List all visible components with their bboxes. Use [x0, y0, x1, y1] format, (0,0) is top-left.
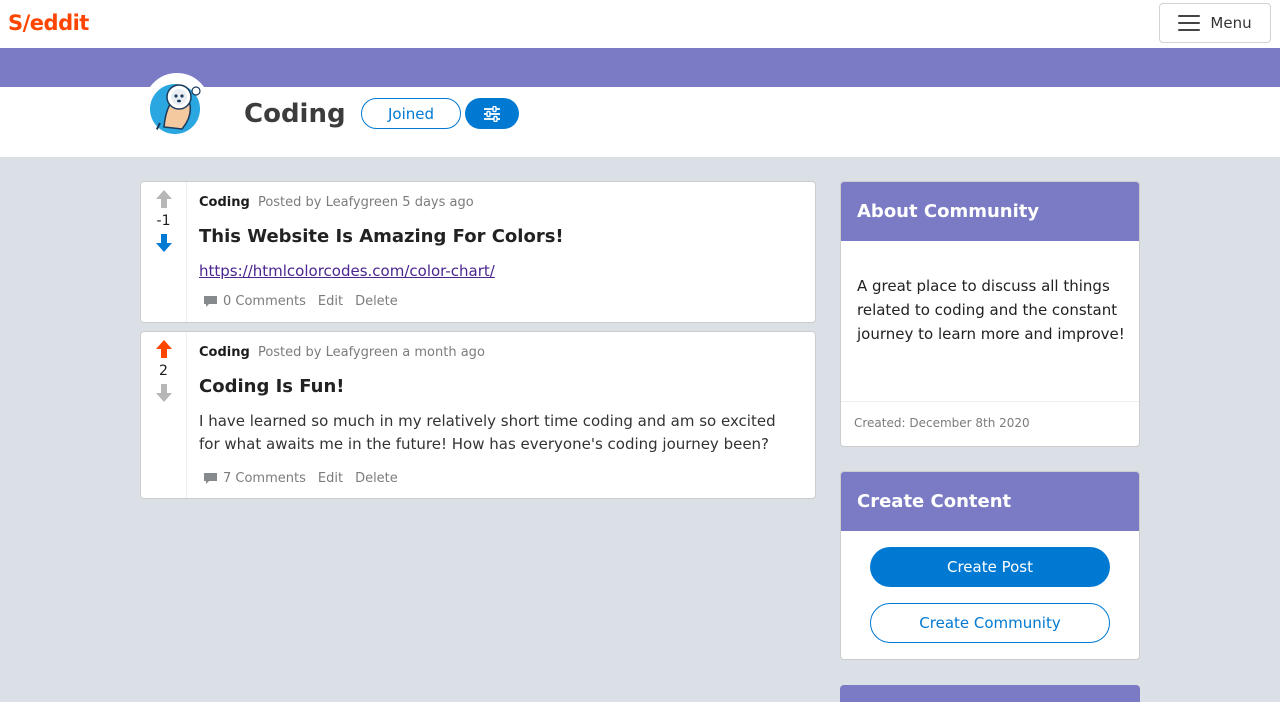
post-meta: Coding Posted by Leafygreen a month ago — [199, 345, 485, 360]
post-title[interactable]: This Website Is Amazing For Colors! — [199, 226, 564, 247]
downvote-icon — [155, 384, 172, 402]
comments-count: 7 Comments — [223, 471, 306, 486]
create-community-button[interactable]: Create Community — [870, 603, 1110, 643]
vote-score: -1 — [156, 213, 171, 229]
menu-label: Menu — [1210, 14, 1252, 32]
delete-button[interactable]: Delete — [355, 294, 398, 309]
create-content-heading: Create Content — [841, 472, 1139, 531]
about-community-heading: About Community — [841, 182, 1139, 241]
post-subreddit-link[interactable]: Coding — [199, 195, 250, 210]
create-post-button[interactable]: Create Post — [870, 547, 1110, 587]
post-meta: Coding Posted by Leafygreen 5 days ago — [199, 195, 474, 210]
divider — [841, 401, 1139, 402]
site-logo[interactable]: S/eddit — [8, 11, 89, 35]
edit-button[interactable]: Edit — [318, 471, 343, 486]
comments-button[interactable]: 0 Comments — [203, 294, 306, 309]
edit-button[interactable]: Edit — [318, 294, 343, 309]
post-text: I have learned so much in my relatively … — [199, 412, 776, 453]
post-author-time: Posted by Leafygreen 5 days ago — [257, 195, 474, 210]
hamburger-icon — [1178, 15, 1201, 31]
upvote-icon — [155, 190, 172, 208]
downvote-button[interactable] — [154, 232, 174, 254]
community-created-date: Created: December 8th 2020 — [854, 416, 1030, 430]
community-avatar — [144, 73, 210, 139]
vote-score: 2 — [159, 363, 168, 379]
top-nav: S/eddit Menu — [0, 0, 1280, 48]
post-actions: 0 Comments Edit Delete — [203, 294, 410, 309]
vote-column: 2 — [141, 332, 187, 498]
comments-count: 0 Comments — [223, 294, 306, 309]
post-card[interactable]: 2 Coding Posted by Leafygreen a month ag… — [140, 331, 816, 499]
post-author-time: Posted by Leafygreen a month ago — [257, 345, 485, 360]
delete-button[interactable]: Delete — [355, 471, 398, 486]
community-title: Coding — [244, 99, 346, 129]
about-community-card: About Community A great place to discuss… — [840, 181, 1140, 447]
upvote-icon — [155, 340, 172, 358]
upvote-button[interactable] — [154, 188, 174, 210]
downvote-button[interactable] — [154, 382, 174, 404]
post-actions: 7 Comments Edit Delete — [203, 471, 410, 486]
joined-button[interactable]: Joined — [361, 98, 461, 129]
menu-button[interactable]: Menu — [1159, 3, 1271, 43]
upvote-button[interactable] — [154, 338, 174, 360]
community-description: A great place to discuss all things rela… — [857, 277, 1125, 343]
comment-icon — [204, 296, 217, 307]
post-card[interactable]: -1 Coding Posted by Leafygreen 5 days ag… — [140, 181, 816, 323]
post-link[interactable]: https://htmlcolorcodes.com/color-chart/ — [199, 262, 495, 280]
post-title[interactable]: Coding Is Fun! — [199, 376, 345, 397]
sliders-icon — [484, 105, 500, 122]
post-subreddit-link[interactable]: Coding — [199, 345, 250, 360]
comments-button[interactable]: 7 Comments — [203, 471, 306, 486]
create-content-card: Create Content Create Post Create Commun… — [840, 471, 1140, 660]
comment-icon — [204, 473, 217, 484]
sidebar-card-partial — [840, 685, 1140, 702]
downvote-icon — [155, 234, 172, 252]
community-settings-button[interactable] — [465, 98, 519, 129]
vote-column: -1 — [141, 182, 187, 322]
